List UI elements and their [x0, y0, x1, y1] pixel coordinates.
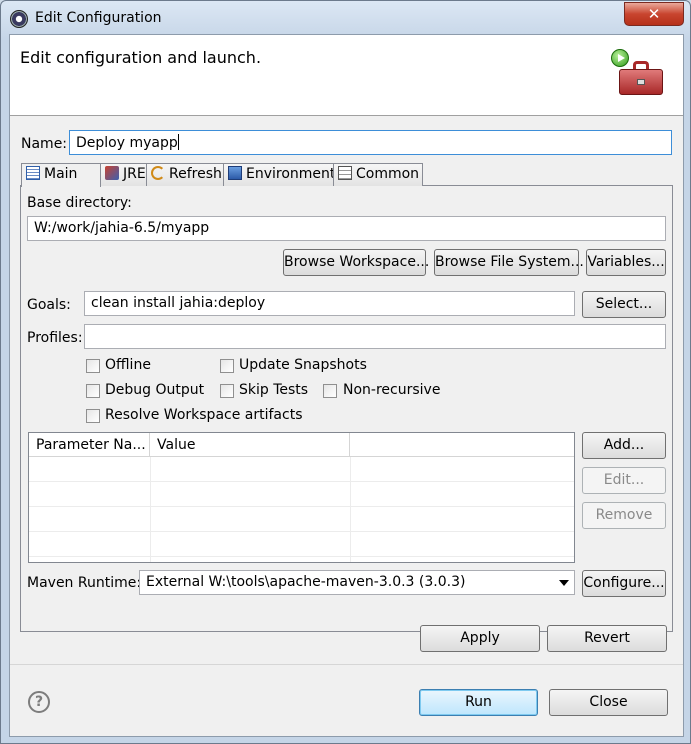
skip-tests-label: Skip Tests — [239, 382, 309, 398]
edit-configuration-window: Edit Configuration ✕ Edit configuration … — [0, 0, 691, 744]
launch-toolbox-icon — [611, 49, 667, 101]
offline-label: Offline — [105, 357, 151, 373]
profiles-input[interactable] — [84, 324, 666, 349]
footer-separator — [10, 664, 683, 665]
update-snapshots-label: Update Snapshots — [239, 357, 367, 373]
variables-button[interactable]: Variables... — [586, 249, 666, 276]
run-button[interactable]: Run — [419, 689, 538, 716]
title-bar[interactable]: Edit Configuration ✕ — [1, 1, 690, 35]
maven-runtime-label: Maven Runtime: — [27, 575, 142, 591]
tab-main[interactable]: Main — [21, 163, 101, 187]
window-close-button[interactable]: ✕ — [624, 2, 684, 26]
table-row[interactable] — [29, 457, 574, 482]
skip-tests-checkbox[interactable] — [220, 384, 234, 398]
tab-common[interactable]: Common — [333, 163, 423, 186]
resolve-workspace-label: Resolve Workspace artifacts — [105, 407, 303, 423]
chevron-down-icon — [559, 580, 569, 586]
goals-input[interactable]: clean install jahia:deploy — [84, 291, 575, 316]
main-tab-icon — [26, 166, 40, 180]
resolve-workspace-checkbox[interactable] — [86, 409, 100, 423]
table-header: Parameter Na... Value — [29, 433, 574, 457]
debug-output-label: Debug Output — [105, 382, 205, 398]
tab-jre[interactable]: JRE — [100, 163, 147, 186]
base-directory-label: Base directory: — [27, 195, 132, 211]
configure-runtime-button[interactable]: Configure... — [582, 570, 666, 597]
edit-parameter-button[interactable]: Edit... — [582, 467, 666, 494]
jre-icon — [105, 166, 119, 180]
run-play-icon — [611, 49, 629, 67]
maven-runtime-select[interactable]: External W:\tools\apache-maven-3.0.3 (3.… — [139, 570, 575, 595]
dialog-client-area: Edit configuration and launch. Name: Dep… — [9, 34, 684, 737]
refresh-icon — [151, 166, 165, 180]
column-header-parameter-name[interactable]: Parameter Na... — [29, 433, 150, 457]
column-divider — [150, 457, 151, 562]
revert-button[interactable]: Revert — [547, 625, 667, 652]
profiles-label: Profiles: — [27, 330, 83, 346]
browse-workspace-button[interactable]: Browse Workspace... — [283, 249, 429, 276]
goals-label: Goals: — [27, 297, 71, 313]
parameters-table[interactable]: Parameter Na... Value — [28, 432, 575, 563]
update-snapshots-checkbox[interactable] — [220, 359, 234, 373]
environment-icon — [228, 166, 242, 180]
table-row[interactable] — [29, 482, 574, 507]
column-header-value[interactable]: Value — [150, 433, 350, 457]
column-divider — [350, 457, 351, 562]
debug-output-checkbox[interactable] — [86, 384, 100, 398]
eclipse-app-icon — [10, 10, 28, 28]
base-directory-input[interactable]: W:/work/jahia-6.5/myapp — [27, 216, 666, 241]
table-row[interactable] — [29, 507, 574, 532]
dialog-header-title: Edit configuration and launch. — [20, 48, 262, 67]
remove-parameter-button[interactable]: Remove — [582, 502, 666, 529]
table-row[interactable] — [29, 532, 574, 557]
help-icon[interactable]: ? — [28, 691, 50, 713]
tab-refresh[interactable]: Refresh — [146, 163, 224, 186]
add-parameter-button[interactable]: Add... — [582, 432, 666, 459]
browse-file-system-button[interactable]: Browse File System... — [434, 249, 584, 276]
tab-environment[interactable]: Environment — [223, 163, 335, 186]
name-label: Name: — [21, 136, 68, 152]
select-goals-button[interactable]: Select... — [582, 291, 666, 318]
non-recursive-label: Non-recursive — [343, 382, 441, 398]
offline-checkbox[interactable] — [86, 359, 100, 373]
column-header-filler — [350, 433, 574, 457]
non-recursive-checkbox[interactable] — [323, 384, 337, 398]
window-title: Edit Configuration — [35, 10, 162, 26]
name-input[interactable]: Deploy myapp — [69, 130, 672, 155]
dialog-header: Edit configuration and launch. — [10, 35, 683, 116]
apply-button[interactable]: Apply — [420, 625, 540, 652]
common-icon — [338, 166, 352, 180]
close-button[interactable]: Close — [549, 689, 668, 716]
